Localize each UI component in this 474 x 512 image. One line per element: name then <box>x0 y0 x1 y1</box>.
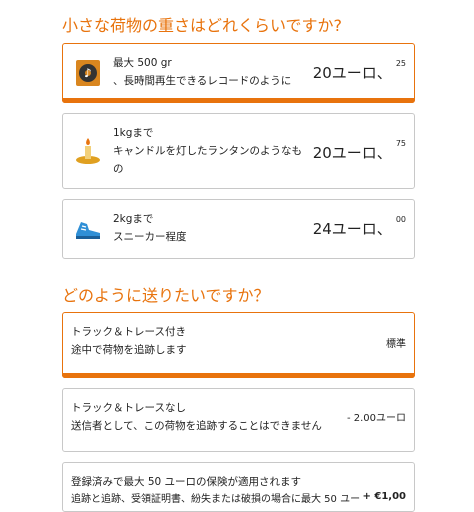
shipping-option-price: - 2.00ユーロ <box>346 413 406 424</box>
weight-option-description: 1kgまで キャンドルを灯したランタンのようなも の <box>113 127 302 175</box>
shipping-option-description: 登録済みで最大 50 ユーロの保険が適用されます 追跡と追跡、受領証明書、紛失ま… <box>71 476 361 505</box>
weight-option-price: 24ユーロ、00 <box>312 215 406 238</box>
weight-option-1kg[interactable]: 1kgまで キャンドルを灯したランタンのようなも の 20ユーロ、75 <box>62 113 415 189</box>
shipping-option-track-trace[interactable]: トラック＆トレース付き 途中で荷物を追跡します 標準 <box>62 312 415 378</box>
shipping-option-price: 標準 <box>386 339 406 350</box>
weight-option-500g[interactable]: ♪ 最大 500 gr 、長時間再生できるレコードのように 20ユーロ、25 <box>62 43 415 103</box>
shipping-option-description: トラック＆トレース付き 途中で荷物を追跡します <box>71 326 187 356</box>
shipping-method-title: どのように送りたいですか？ <box>62 286 270 305</box>
weight-option-price: 20ユーロ、75 <box>312 139 406 162</box>
shipping-option-registered[interactable]: 登録済みで最大 50 ユーロの保険が適用されます 追跡と追跡、受領証明書、紛失ま… <box>62 462 415 512</box>
weight-option-2kg[interactable]: 2kgまで スニーカー程度 24ユーロ、00 <box>62 199 415 259</box>
svg-text:♪: ♪ <box>84 66 92 80</box>
sneaker-icon <box>73 214 103 244</box>
shipping-option-description: トラック＆トレースなし 送信者として、この荷物を追跡することはできません <box>71 402 322 432</box>
vinyl-record-icon: ♪ <box>73 58 103 88</box>
shipping-option-no-tracking[interactable]: トラック＆トレースなし 送信者として、この荷物を追跡することはできません - 2… <box>62 388 415 452</box>
shipping-option-price: + €1,00 <box>362 491 407 502</box>
weight-option-description: 2kgまで スニーカー程度 <box>113 213 187 243</box>
weight-option-description: 最大 500 gr 、長時間再生できるレコードのように <box>113 57 292 87</box>
weight-question-title: 小さな荷物の重さはどれくらいですか? <box>62 16 343 35</box>
candle-lantern-icon <box>73 136 103 166</box>
weight-option-price: 20ユーロ、25 <box>312 59 406 82</box>
